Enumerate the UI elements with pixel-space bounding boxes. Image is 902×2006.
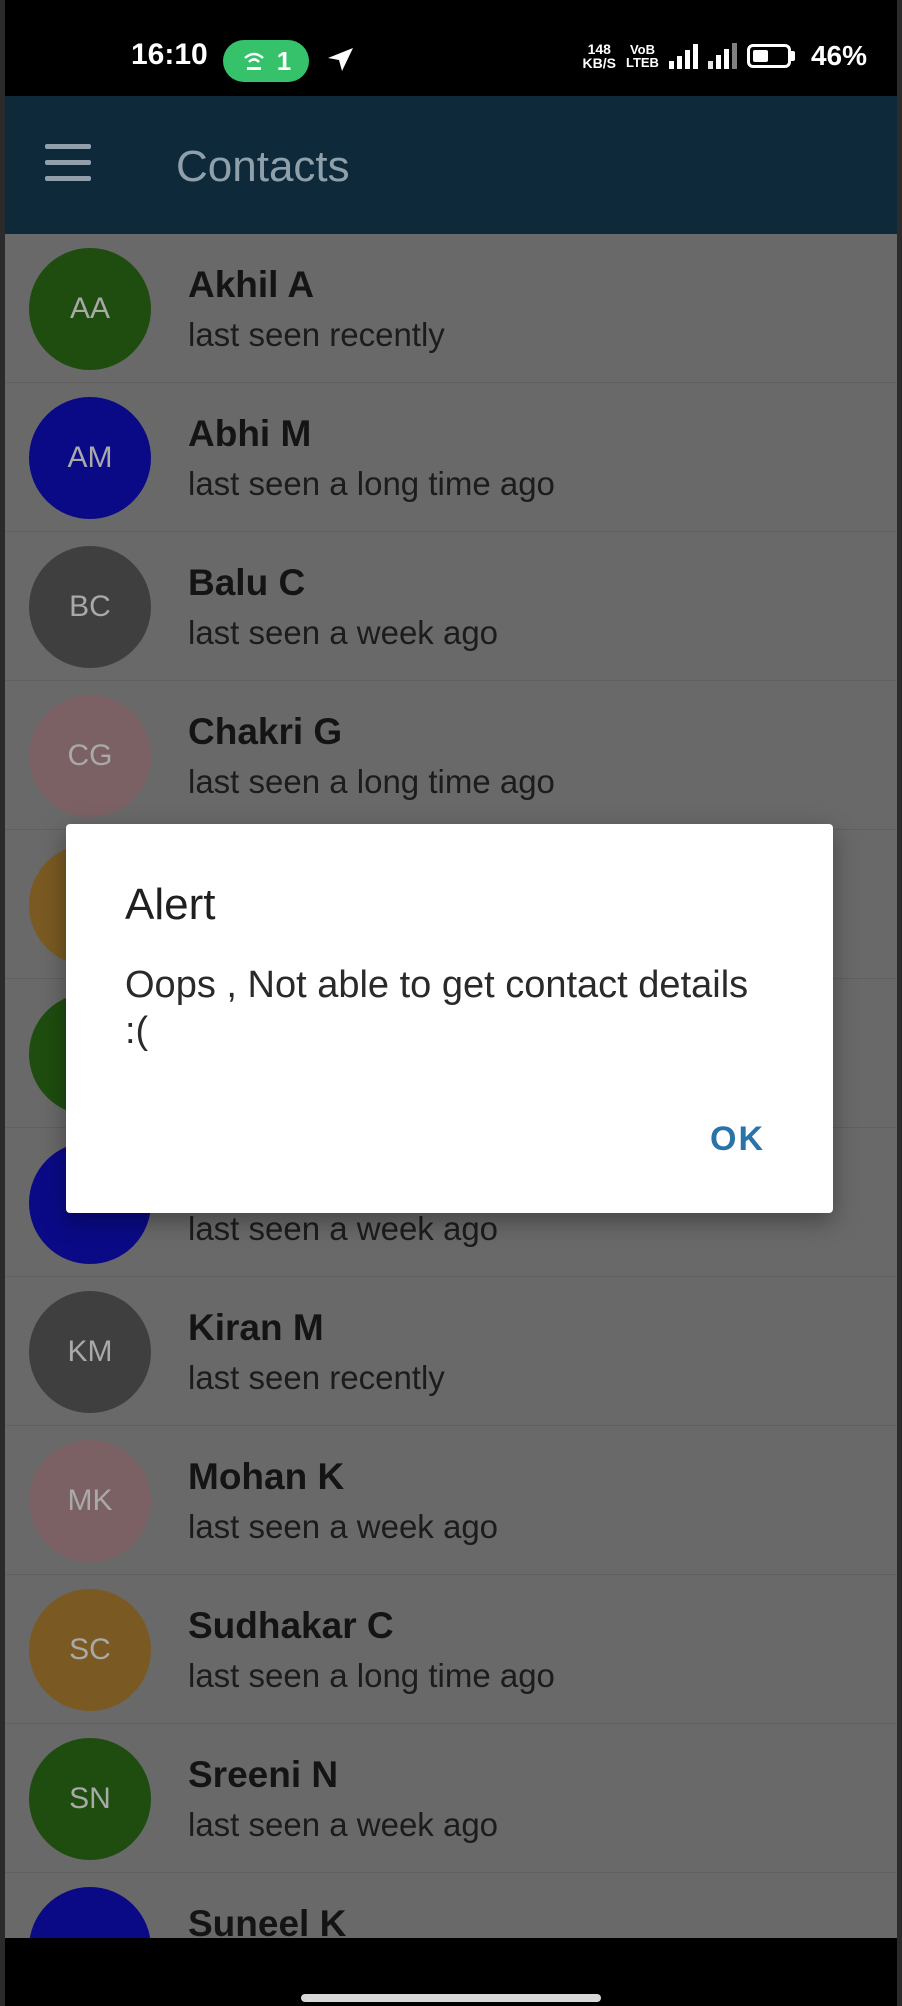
home-gesture-handle[interactable]	[301, 1994, 601, 2002]
network-speed-value: 148	[587, 41, 611, 57]
avatar	[29, 1887, 151, 1938]
contact-name: Abhi M	[188, 413, 312, 454]
list-item[interactable]: CG Chakri G last seen a long time ago	[5, 681, 897, 830]
contact-last-seen: last seen a long time ago	[188, 1657, 555, 1694]
network-speed-unit: KB/S	[582, 55, 616, 71]
avatar: SC	[29, 1589, 151, 1711]
network-speed: 148 KB/S	[583, 42, 616, 70]
battery-percent: 46%	[810, 40, 867, 71]
contact-last-seen: last seen a week ago	[188, 614, 499, 651]
list-item[interactable]: BC Balu C last seen a week ago	[5, 532, 897, 681]
signal-1-icon	[668, 43, 698, 69]
avatar: AA	[29, 248, 151, 370]
contact-last-seen: last seen recently	[188, 316, 445, 353]
dialog-message: Oops , Not able to get contact details :…	[125, 964, 749, 1052]
contact-name: Akhil A	[188, 264, 315, 305]
hotspot-count: 1	[276, 45, 292, 76]
contact-name: Sudhakar C	[188, 1605, 394, 1646]
avatar: BC	[29, 546, 151, 668]
avatar: KM	[29, 1291, 151, 1413]
avatar: MK	[29, 1440, 151, 1562]
hotspot-icon	[243, 52, 264, 70]
dialog-title: Alert	[125, 880, 216, 929]
battery-icon	[746, 44, 795, 68]
gesture-nav-bar	[5, 1938, 897, 2006]
contact-last-seen: last seen a long time ago	[188, 763, 555, 800]
alert-dialog: Alert Oops , Not able to get contact det…	[66, 824, 833, 1213]
contact-name: Balu C	[188, 562, 306, 603]
volte-indicator: VoB LTEB	[626, 43, 659, 69]
signal-4g-icon	[707, 43, 737, 69]
list-item[interactable]: AM Abhi M last seen a long time ago	[5, 383, 897, 532]
avatar: SN	[29, 1738, 151, 1860]
status-bar: 16:10 1 148 KB/S VoB LTEB 46%	[5, 0, 897, 96]
volte-bottom: LTEB	[625, 55, 659, 70]
contact-name: Mohan K	[188, 1456, 345, 1497]
ok-button[interactable]: OK	[710, 1120, 765, 1159]
contact-name: Kiran M	[188, 1307, 324, 1348]
contact-last-seen: last seen a week ago	[188, 1508, 499, 1545]
list-item[interactable]: SN Sreeni N last seen a week ago	[5, 1724, 897, 1873]
contact-name: Suneel K	[188, 1903, 347, 1938]
list-item[interactable]: Suneel K	[5, 1873, 897, 1938]
contact-last-seen: last seen a week ago	[188, 1806, 499, 1843]
contact-name: Sreeni N	[188, 1754, 339, 1795]
contact-last-seen: last seen a week ago	[188, 1210, 499, 1247]
contact-name: Chakri G	[188, 711, 343, 752]
list-item[interactable]: SC Sudhakar C last seen a long time ago	[5, 1575, 897, 1724]
list-item[interactable]: KM Kiran M last seen recently	[5, 1277, 897, 1426]
hamburger-menu-icon[interactable]	[45, 144, 91, 182]
contact-last-seen: last seen recently	[188, 1359, 445, 1396]
list-item[interactable]: AA Akhil A last seen recently	[5, 234, 897, 383]
app-bar: Contacts	[5, 96, 897, 234]
status-right-group: 148 KB/S VoB LTEB 46%	[583, 40, 867, 72]
status-time: 16:10	[131, 38, 208, 71]
contact-last-seen: last seen a long time ago	[188, 465, 555, 502]
navigation-arrow-icon	[328, 48, 353, 71]
avatar: CG	[29, 695, 151, 817]
avatar: AM	[29, 397, 151, 519]
page-title: Contacts	[176, 142, 350, 191]
phone-screen: 16:10 1 148 KB/S VoB LTEB 46% Contacts A…	[5, 0, 897, 2006]
list-item[interactable]: MK Mohan K last seen a week ago	[5, 1426, 897, 1575]
hotspot-badge: 1	[223, 40, 309, 82]
